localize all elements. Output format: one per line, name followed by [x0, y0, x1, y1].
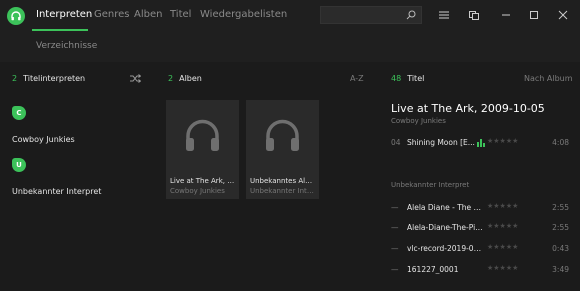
rating-stars[interactable]: ★★★★★: [487, 222, 518, 230]
albums-title: Alben: [179, 74, 202, 83]
rating-stars[interactable]: ★★★★★: [487, 137, 518, 145]
track-row[interactable]: 04 Shining Moon [E... ★★★★★ 4:08: [391, 137, 573, 150]
maximize-icon[interactable]: [527, 8, 541, 22]
app-logo-icon: [7, 7, 25, 25]
headphones-icon: [266, 119, 299, 151]
tracks-header: 48 Titel: [391, 74, 424, 83]
album-heading: Live at The Ark, 2009-10-05: [391, 102, 545, 115]
group-label: Unbekannter Interpret: [391, 181, 470, 189]
minimize-icon[interactable]: [499, 8, 513, 22]
tab-wiedergabelisten[interactable]: Wiedergabelisten: [200, 9, 287, 20]
albums-count: 2: [168, 74, 174, 83]
album-title: Unbekanntes Album: [250, 177, 316, 185]
active-tab-indicator: [32, 29, 88, 31]
search-icon[interactable]: [406, 10, 416, 20]
tracks-title: Titel: [407, 74, 425, 83]
artists-count: 2: [12, 74, 18, 83]
rating-stars[interactable]: ★★★★★: [487, 243, 518, 251]
track-title: Shining Moon [E...: [407, 138, 475, 147]
mini-player-icon[interactable]: [467, 8, 481, 22]
sub-nav-bar: Verzeichnisse: [0, 32, 580, 62]
track-row[interactable]: — vlc-record-2019-04-01... ★★★★★ 0:43: [391, 243, 573, 256]
album-title: Live at The Ark, 2009-10-05: [170, 177, 236, 185]
track-number: —: [391, 203, 399, 212]
artist-avatar: C: [12, 106, 26, 120]
artists-pane: 2 Titelinterpreten C Cowboy Junkies U Unb…: [0, 62, 150, 291]
artist-avatar: U: [12, 158, 26, 172]
album-heading-artist: Cowboy Junkies: [391, 117, 446, 125]
tab-genres[interactable]: Genres: [94, 9, 130, 20]
track-title: Alela-Diane-The-Pirate...: [407, 223, 483, 232]
track-title: vlc-record-2019-04-01...: [407, 244, 483, 253]
rating-stars[interactable]: ★★★★★: [487, 264, 518, 272]
tracks-sort[interactable]: Nach Album: [524, 74, 573, 83]
track-title: 161227_0001: [407, 265, 459, 274]
album-art: [166, 100, 239, 172]
albums-sort[interactable]: A-Z: [350, 74, 364, 83]
menu-icon[interactable]: [437, 8, 451, 22]
track-title: Alela Diane - The Pirate...: [407, 203, 483, 212]
tab-verzeichnisse[interactable]: Verzeichnisse: [36, 41, 97, 51]
albums-pane: 2 Alben A-Z Live at The Ark, 2009-10-05 C…: [151, 62, 380, 291]
tab-interpreten[interactable]: Interpreten: [36, 9, 92, 20]
track-number: —: [391, 244, 399, 253]
tab-alben[interactable]: Alben: [134, 9, 162, 20]
album-artist: Cowboy Junkies: [170, 187, 225, 195]
tab-titel[interactable]: Titel: [170, 9, 191, 20]
albums-header: 2 Alben: [168, 74, 202, 83]
album-card[interactable]: Unbekanntes Album Unbekannter Interpret: [246, 100, 319, 199]
album-artist: Unbekannter Interpret: [250, 187, 316, 195]
album-art: [246, 100, 319, 172]
artist-item-cowboy-junkies[interactable]: Cowboy Junkies: [12, 135, 75, 144]
track-duration: 3:49: [552, 265, 569, 274]
track-duration: 2:55: [552, 223, 569, 232]
track-row[interactable]: — Alela-Diane-The-Pirate... ★★★★★ 2:55: [391, 222, 573, 235]
artists-title: Titelinterpreten: [23, 74, 86, 83]
track-duration: 4:08: [552, 138, 569, 147]
album-card[interactable]: Live at The Ark, 2009-10-05 Cowboy Junki…: [166, 100, 239, 199]
headphones-icon: [186, 119, 219, 151]
search-input[interactable]: [320, 6, 422, 24]
tracks-count: 48: [391, 74, 402, 83]
now-playing-icon: [477, 139, 485, 147]
track-number: —: [391, 223, 399, 232]
shuffle-icon[interactable]: [130, 74, 141, 83]
track-number: —: [391, 265, 399, 274]
track-duration: 0:43: [552, 244, 569, 253]
track-number: 04: [391, 138, 401, 147]
artists-header: 2 Titelinterpreten: [12, 74, 85, 83]
track-row[interactable]: — Alela Diane - The Pirate... ★★★★★ 2:55: [391, 202, 573, 215]
close-icon[interactable]: [556, 8, 570, 22]
track-duration: 2:55: [552, 203, 569, 212]
track-row[interactable]: — 161227_0001 ★★★★★ 3:49: [391, 264, 573, 277]
top-nav-bar: Interpreten Genres Alben Titel Wiedergab…: [0, 0, 580, 32]
artist-item-unbekannter-interpret[interactable]: Unbekannter Interpret: [12, 187, 101, 196]
rating-stars[interactable]: ★★★★★: [487, 202, 518, 210]
tracks-pane: 48 Titel Nach Album: [381, 62, 580, 291]
